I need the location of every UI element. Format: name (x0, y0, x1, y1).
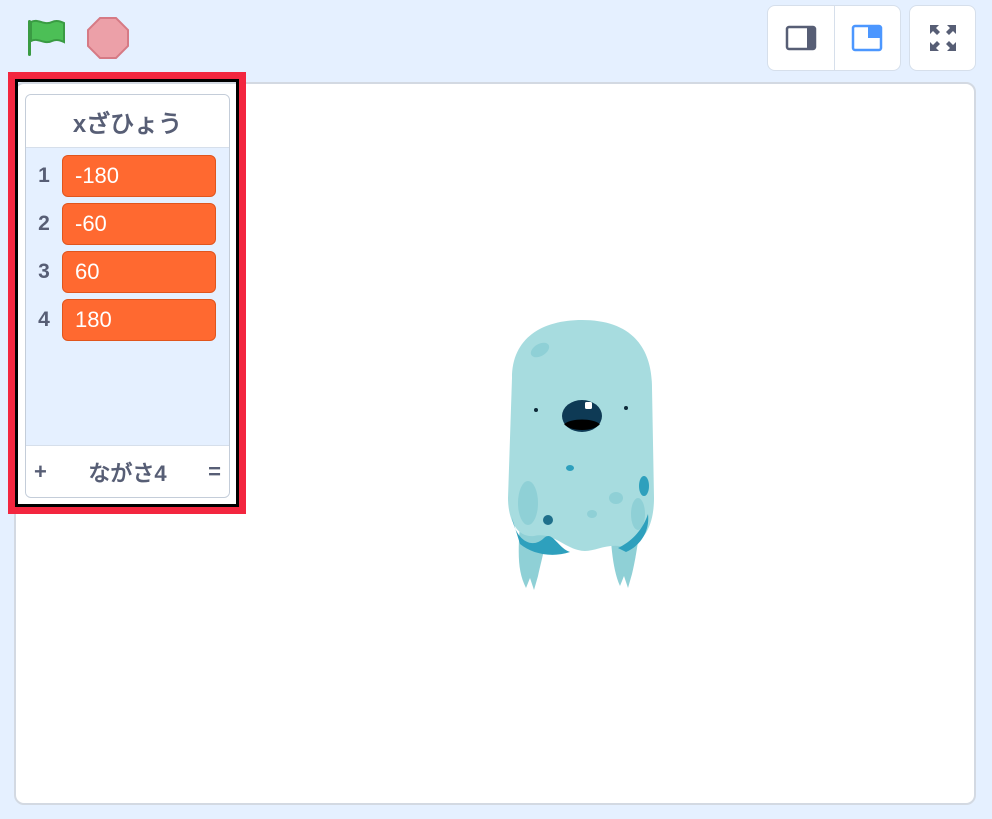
fullscreen-icon (929, 25, 956, 51)
list-monitor[interactable]: xざひょう 1 -180 2 -60 3 60 4 180 + ながさ4 = (25, 94, 230, 498)
list-item-value[interactable]: 180 (62, 299, 216, 341)
list-footer: + ながさ4 = (26, 445, 229, 497)
list-item-index: 4 (38, 308, 50, 331)
ghost-sprite[interactable] (492, 318, 672, 598)
normal-stage-button[interactable] (833, 6, 901, 70)
list-item: 3 60 (26, 248, 229, 296)
add-item-button[interactable]: + (34, 459, 47, 485)
list-item: 1 -180 (26, 152, 229, 200)
list-item-value[interactable]: -180 (62, 155, 216, 197)
list-item-index: 2 (38, 212, 50, 235)
list-item: 2 -60 (26, 200, 229, 248)
list-item-value[interactable]: -60 (62, 203, 216, 245)
list-item: 4 180 (26, 296, 229, 344)
stop-icon[interactable] (86, 16, 130, 60)
resize-handle[interactable]: = (208, 459, 221, 485)
small-stage-button[interactable] (768, 6, 834, 70)
list-item-index: 3 (38, 260, 50, 283)
list-title: xざひょう (26, 95, 229, 148)
normal-stage-icon (852, 24, 883, 52)
small-stage-icon (785, 25, 816, 51)
fullscreen-button[interactable] (909, 5, 976, 71)
list-item-value[interactable]: 60 (62, 251, 216, 293)
stage-size-toggle (767, 5, 901, 71)
list-rows: 1 -180 2 -60 3 60 4 180 (26, 148, 229, 344)
green-flag-icon[interactable] (24, 16, 68, 60)
list-item-index: 1 (38, 164, 50, 187)
list-length-label: ながさ4 (88, 460, 167, 486)
